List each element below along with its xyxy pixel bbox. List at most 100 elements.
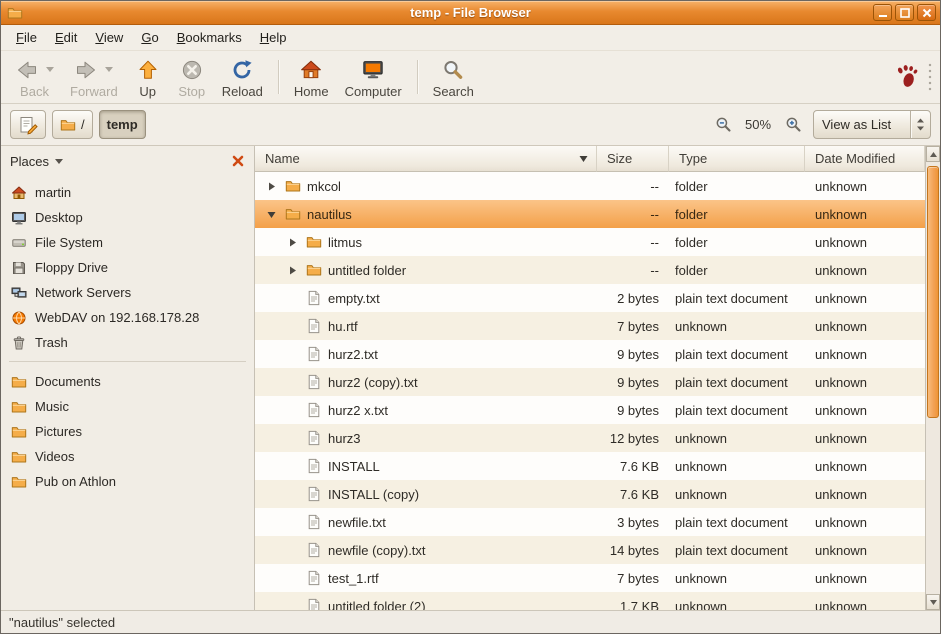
sidebar-item-videos[interactable]: Videos [1, 444, 254, 469]
table-row[interactable]: untitled folder (2)1.7 KBunknownunknown [255, 592, 925, 610]
menu-help[interactable]: Help [251, 26, 296, 49]
menu-go[interactable]: Go [132, 26, 167, 49]
zoom-level: 50% [743, 117, 773, 132]
sidebar-item-pictures[interactable]: Pictures [1, 419, 254, 444]
table-row[interactable]: hurz2.txt9 bytesplain text documentunkno… [255, 340, 925, 368]
folder-icon [11, 474, 27, 490]
column-header-date-modified[interactable]: Date Modified [805, 146, 925, 172]
toolbar-icon-row [180, 57, 204, 82]
maximize-button[interactable] [895, 4, 914, 21]
home-button[interactable]: Home [286, 53, 337, 101]
expand-expander-icon[interactable] [263, 181, 279, 192]
file-name: test_1.rtf [328, 571, 379, 586]
scroll-down-button[interactable] [926, 594, 940, 610]
cell-size: 2 bytes [597, 284, 669, 312]
computer-button[interactable]: Computer [337, 53, 410, 101]
zoom-in-button[interactable] [781, 113, 805, 137]
close-button[interactable] [917, 4, 936, 21]
view-as-select[interactable]: View as List [813, 110, 931, 139]
dropdown-arrow-icon[interactable] [46, 67, 54, 76]
places-selector[interactable]: Places [10, 154, 63, 169]
cell-type: plain text document [669, 340, 805, 368]
path-root-button[interactable]: / [52, 110, 93, 139]
column-header-size[interactable]: Size [597, 146, 669, 172]
table-row[interactable]: hurz312 bytesunknownunknown [255, 424, 925, 452]
sidebar-item-desktop[interactable]: Desktop [1, 205, 254, 230]
column-type-label: Type [679, 151, 707, 166]
places-close-button[interactable] [229, 152, 247, 170]
file-name: INSTALL (copy) [328, 487, 419, 502]
table-row[interactable]: newfile (copy).txt14 bytesplain text doc… [255, 536, 925, 564]
file-name: litmus [328, 235, 362, 250]
toolbar-icon-row [15, 57, 54, 82]
expand-expander-icon[interactable] [284, 265, 300, 276]
window-icon [7, 5, 23, 21]
menu-file[interactable]: File [7, 26, 46, 49]
cell-name: untitled folder [255, 256, 597, 284]
collapse-expander-icon[interactable] [263, 209, 279, 220]
toolbar-button-label: Home [294, 84, 329, 99]
expand-expander-icon[interactable] [284, 237, 300, 248]
toolbar-overflow-grip[interactable] [926, 61, 934, 93]
table-row[interactable]: hurz2 (copy).txt9 bytesplain text docume… [255, 368, 925, 396]
table-row[interactable]: hurz2 x.txt9 bytesplain text documentunk… [255, 396, 925, 424]
table-row[interactable]: newfile.txt3 bytesplain text documentunk… [255, 508, 925, 536]
sidebar-item-file-system[interactable]: File System [1, 230, 254, 255]
cell-size: -- [597, 228, 669, 256]
sidebar-item-music[interactable]: Music [1, 394, 254, 419]
toolbar-separator [278, 60, 279, 94]
table-row[interactable]: hu.rtf7 bytesunknownunknown [255, 312, 925, 340]
list-header: Name Size Type Date Modified [255, 146, 925, 172]
cell-date-modified: unknown [805, 592, 925, 610]
sidebar-item-martin[interactable]: martin [1, 180, 254, 205]
table-row[interactable]: untitled folder--folderunknown [255, 256, 925, 284]
sidebar-item-trash[interactable]: Trash [1, 330, 254, 355]
menu-edit[interactable]: Edit [46, 26, 86, 49]
sidebar-item-documents[interactable]: Documents [1, 369, 254, 394]
toggle-location-entry-button[interactable] [10, 110, 46, 139]
table-row[interactable]: mkcol--folderunknown [255, 172, 925, 200]
up-button[interactable]: Up [126, 53, 170, 101]
column-header-type[interactable]: Type [669, 146, 805, 172]
zoom-out-button[interactable] [711, 113, 735, 137]
cell-size: 3 bytes [597, 508, 669, 536]
window-titlebar[interactable]: temp - File Browser [1, 1, 940, 25]
path-current-label: temp [107, 117, 138, 132]
table-row[interactable]: nautilus--folderunknown [255, 200, 925, 228]
table-row[interactable]: test_1.rtf7 bytesunknownunknown [255, 564, 925, 592]
table-row[interactable]: INSTALL (copy)7.6 KBunknownunknown [255, 480, 925, 508]
sidebar-item-network-servers[interactable]: Network Servers [1, 280, 254, 305]
cell-name: INSTALL (copy) [255, 480, 597, 508]
forward-button[interactable]: Forward [62, 53, 126, 101]
toolbar-button-label: Back [20, 84, 49, 99]
search-button[interactable]: Search [425, 53, 482, 101]
sort-descending-icon [578, 153, 589, 164]
toolbar-icon-row [230, 57, 254, 82]
back-button[interactable]: Back [7, 53, 62, 101]
reload-button[interactable]: Reload [214, 53, 271, 101]
menu-view[interactable]: View [86, 26, 132, 49]
scrollbar-thumb[interactable] [927, 166, 939, 418]
sidebar-item-pub-on-athlon[interactable]: Pub on Athlon [1, 469, 254, 494]
table-row[interactable]: INSTALL7.6 KBunknownunknown [255, 452, 925, 480]
stop-button[interactable]: Stop [170, 53, 214, 101]
table-row[interactable]: litmus--folderunknown [255, 228, 925, 256]
minimize-button[interactable] [873, 4, 892, 21]
sidebar-item-webdav-on-192-168-178-28[interactable]: WebDAV on 192.168.178.28 [1, 305, 254, 330]
path-current-button[interactable]: temp [99, 110, 146, 139]
file-name: INSTALL [328, 459, 380, 474]
dropdown-arrow-icon[interactable] [105, 67, 113, 76]
sidebar-item-floppy-drive[interactable]: Floppy Drive [1, 255, 254, 280]
table-row[interactable]: empty.txt2 bytesplain text documentunkno… [255, 284, 925, 312]
view-controls: 50% View as List [711, 110, 931, 139]
file-name: untitled folder [328, 263, 406, 278]
cell-type: unknown [669, 480, 805, 508]
toolbar-button-label: Forward [70, 84, 118, 99]
column-header-name[interactable]: Name [255, 146, 597, 172]
scroll-up-button[interactable] [926, 146, 940, 162]
text-file-icon [306, 290, 322, 306]
vertical-scrollbar[interactable] [925, 146, 940, 610]
sidebar-item-label: Videos [35, 449, 75, 464]
menu-bookmarks[interactable]: Bookmarks [168, 26, 251, 49]
places-list: martinDesktopFile SystemFloppy DriveNetw… [1, 176, 254, 610]
